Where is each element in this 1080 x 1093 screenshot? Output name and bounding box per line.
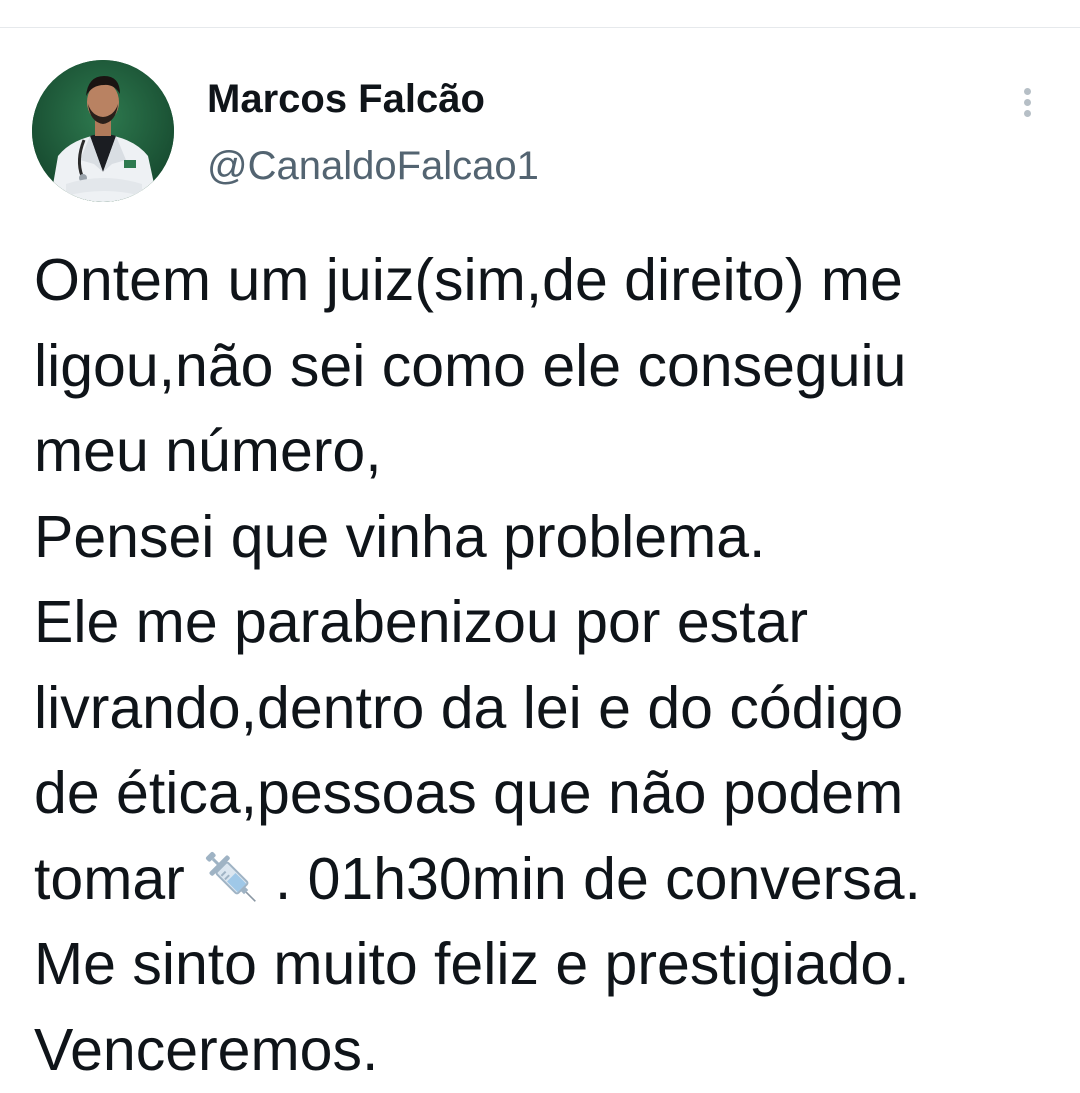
- tweet-text-segment: tomar: [34, 846, 185, 912]
- author-handle[interactable]: @CanaldoFalcao1: [207, 143, 539, 189]
- tweet-text-segment: . 01h30min de conversa.: [275, 846, 921, 912]
- avatar[interactable]: [32, 60, 174, 202]
- tweet-card[interactable]: Marcos Falcão @CanaldoFalcao1 Ontem um j…: [0, 28, 1080, 1080]
- tweet-text-line: livrando,dentro da lei e do código: [34, 666, 1054, 752]
- tweet-text-line: Ontem um juiz(sim,de direito) me: [34, 238, 1054, 324]
- syringe-icon: [197, 843, 267, 913]
- author-display-name[interactable]: Marcos Falcão: [207, 76, 485, 122]
- tweet-text-line: Ele me parabenizou por estar: [34, 580, 1054, 666]
- tweet-text-line: Venceremos.: [34, 1008, 1054, 1093]
- more-options-button[interactable]: [1008, 82, 1048, 122]
- avatar-photo: [32, 60, 174, 202]
- tweet-text: Ontem um juiz(sim,de direito) me ligou,n…: [34, 238, 1054, 1093]
- tweet-text-line: meu número,: [34, 409, 1054, 495]
- tweet-text-line: ligou,não sei como ele conseguiu: [34, 324, 1054, 410]
- tweet-text-line-with-emoji: tomar . 01h30min de conversa.: [34, 837, 1054, 923]
- tweet-text-line: Me sinto muito feliz e prestigiado.: [34, 922, 1054, 1008]
- tweet-text-line: Pensei que vinha problema.: [34, 495, 1054, 581]
- tweet-text-line: de ética,pessoas que não podem: [34, 751, 1054, 837]
